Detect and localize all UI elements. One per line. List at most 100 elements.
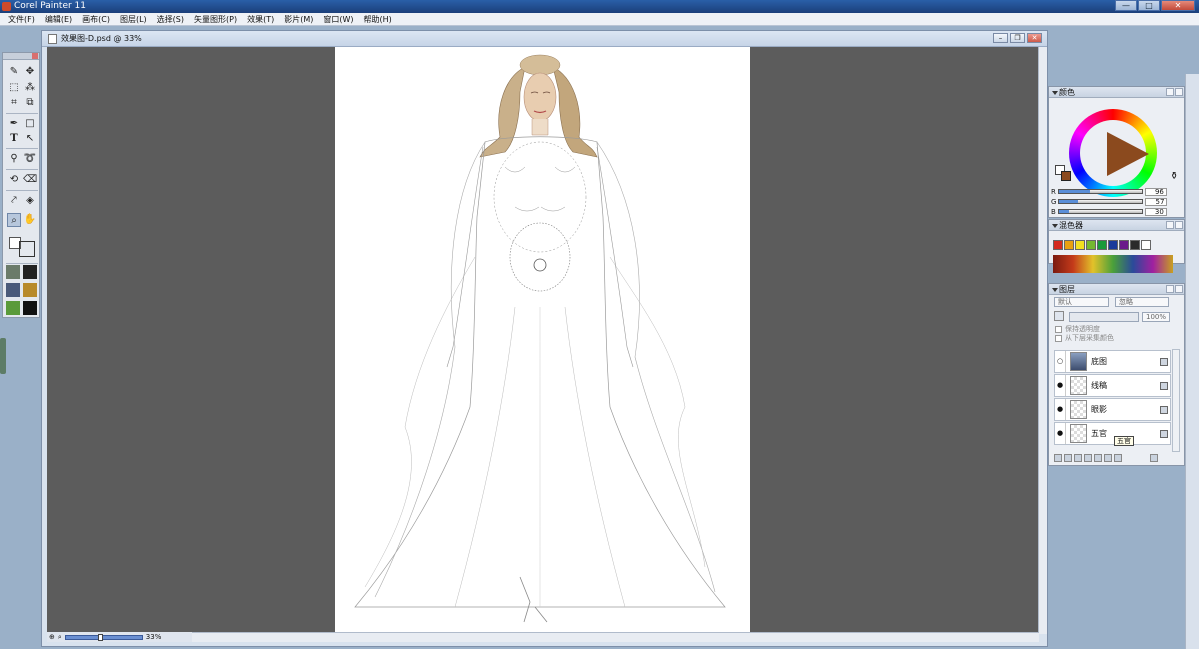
gradient-selector-icon[interactable] [23,265,37,279]
layers-panel-header[interactable]: 图层 [1049,284,1184,295]
color-dropper-icon[interactable]: ⚱ [1170,171,1178,182]
eye-icon[interactable]: ○ [1055,351,1066,372]
bucket-icon[interactable]: ◈ [23,194,37,208]
horizontal-scrollbar[interactable] [47,632,1039,642]
red-value[interactable]: 96 [1144,187,1167,196]
nozzle-selector-icon[interactable] [6,301,20,315]
mixer-swatch[interactable] [1075,240,1085,250]
layer-row[interactable]: ● 五官 [1054,422,1171,445]
menu-window[interactable]: 窗口(W) [318,13,358,26]
canvas-paper[interactable] [335,47,750,634]
eye-icon[interactable]: ● [1055,423,1066,444]
panel-grip[interactable] [0,338,6,374]
eye-icon[interactable]: ● [1055,375,1066,396]
layer-row[interactable]: ○ 底图 [1054,350,1171,373]
layer-options-icon[interactable] [1104,454,1112,462]
close-button[interactable]: ✕ [1161,0,1195,11]
colors-panel-header[interactable]: 颜色 [1049,87,1184,98]
menu-layers[interactable]: 图层(L) [115,13,152,26]
dropper-icon[interactable]: ⤤ [7,194,21,208]
grabber-icon[interactable]: ✋ [23,213,37,227]
layer-commands-icon[interactable] [1054,454,1062,462]
minimize-button[interactable]: — [1115,0,1137,11]
hue-ring[interactable] [1069,109,1157,197]
mixer-swatch[interactable] [1141,240,1151,250]
magic-wand-icon[interactable]: ⁂ [23,81,37,95]
panel-menu-icon[interactable] [1175,88,1183,96]
new-mask-icon[interactable] [1084,454,1092,462]
shape-select-icon[interactable]: ↖ [23,132,37,146]
opacity-slider[interactable] [1069,312,1139,322]
menu-select[interactable]: 选择(S) [152,13,189,26]
vertical-scrollbar[interactable] [1038,47,1047,634]
zoom-slider[interactable] [64,633,143,641]
saturation-value-triangle[interactable] [1107,132,1149,176]
blue-value[interactable]: 30 [1144,207,1167,216]
composite-method-select[interactable]: 默认 [1054,297,1109,307]
mixer-swatch[interactable] [1064,240,1074,250]
rect-shape-icon[interactable]: □ [23,117,37,131]
layer-visibility-icon[interactable] [1094,454,1102,462]
panel-menu-icon[interactable] [1175,285,1183,293]
layer-list-scrollbar[interactable] [1172,349,1180,452]
mixer-panel-header[interactable]: 混色器 [1049,220,1184,231]
eraser-icon[interactable]: ⌫ [23,173,37,187]
menu-edit[interactable]: 编辑(E) [40,13,77,26]
crop-icon[interactable]: ⌗ [7,96,21,110]
mixer-swatch[interactable] [1119,240,1129,250]
pattern-selector-icon[interactable] [6,283,20,297]
panel-menu-icon[interactable] [1175,221,1183,229]
layer-group-icon[interactable] [1114,454,1122,462]
mixer-swatch[interactable] [1086,240,1096,250]
cloner-icon[interactable]: ⚲ [7,152,21,166]
blue-slider[interactable] [1057,209,1143,214]
toolbox-header[interactable] [3,53,39,60]
zoom-slider-thumb[interactable] [97,633,103,641]
rect-select-icon[interactable]: ⬚ [7,81,21,95]
brush-icon[interactable]: ✎ [7,65,21,79]
menu-shapes[interactable]: 矢量图形(P) [189,13,242,26]
opacity-value[interactable]: 100% [1142,312,1170,322]
doc-close-button[interactable]: ✕ [1027,33,1042,43]
panel-close-icon[interactable] [1166,88,1174,96]
canvas-area[interactable] [47,47,1039,634]
menu-file[interactable]: 文件(F) [3,13,40,26]
doc-restore-button[interactable]: ❐ [1010,33,1025,43]
pen-icon[interactable]: ✒ [7,117,21,131]
paper-selector-icon[interactable] [6,265,20,279]
composite-depth-select[interactable]: 忽略 [1115,297,1169,307]
secondary-color-chip[interactable] [1061,171,1071,181]
document-titlebar[interactable]: 效果图-D.psd @ 33% – ❐ ✕ [42,31,1047,47]
magnifier-icon[interactable]: ⌕ [7,213,21,227]
navigator-icon[interactable]: ⊕ [49,633,55,641]
layer-row[interactable]: ● 线稿 [1054,374,1171,397]
toolbox-close-icon[interactable] [32,53,38,59]
mixer-swatch[interactable] [1130,240,1140,250]
zoom-icon[interactable]: ⌕ [58,633,62,642]
dynamic-plugins-icon[interactable] [1064,454,1072,462]
delete-layer-icon[interactable] [1150,454,1158,462]
mixer-pad[interactable] [1053,255,1173,273]
look-selector-icon[interactable] [23,301,37,315]
text-icon[interactable]: T [7,132,21,146]
rotate-page-icon[interactable]: ⟲ [7,173,21,187]
doc-minimize-button[interactable]: – [993,33,1008,43]
menu-movie[interactable]: 影片(M) [279,13,318,26]
layer-adjuster-icon[interactable]: ✥ [23,65,37,79]
additional-color-swatch[interactable] [19,241,35,257]
mixer-swatch[interactable] [1053,240,1063,250]
red-slider[interactable] [1057,189,1143,194]
layer-row[interactable]: ● 眼影 [1054,398,1171,421]
transform-icon[interactable]: ⧉ [23,96,37,110]
pick-up-color-checkbox[interactable]: 从下层采集颜色 [1055,333,1114,343]
green-value[interactable]: 57 [1145,197,1168,206]
menu-canvas[interactable]: 画布(C) [77,13,115,26]
maximize-button[interactable]: □ [1138,0,1160,11]
new-layer-icon[interactable] [1074,454,1082,462]
layer-lock-icon[interactable] [1054,311,1064,321]
menu-effects[interactable]: 效果(T) [242,13,279,26]
panel-close-icon[interactable] [1166,221,1174,229]
green-slider[interactable] [1058,199,1144,204]
menu-help[interactable]: 帮助(H) [359,13,397,26]
weaving-selector-icon[interactable] [23,283,37,297]
